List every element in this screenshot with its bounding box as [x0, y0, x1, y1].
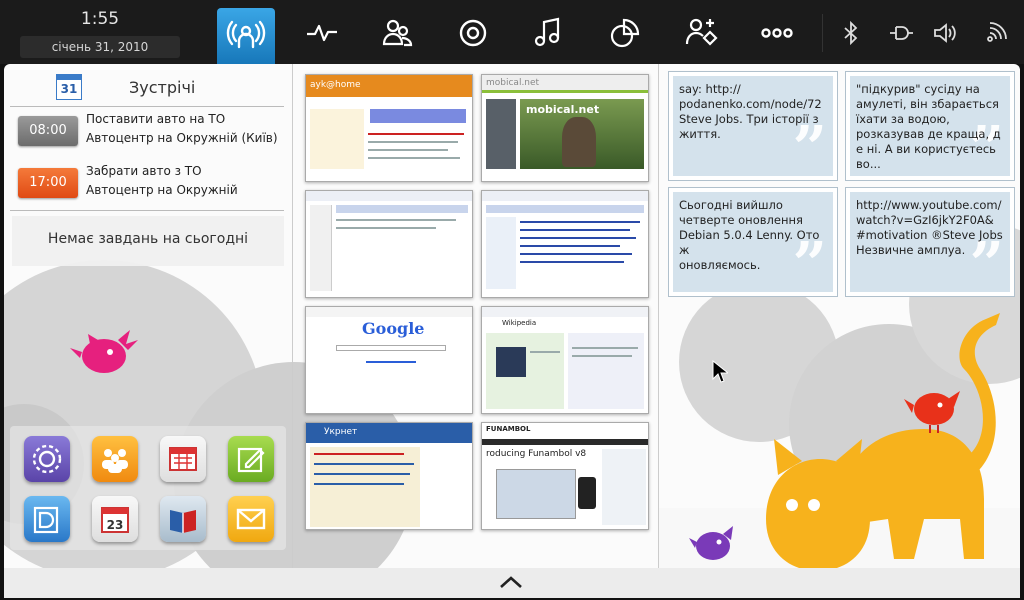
- web-thumbnail[interactable]: Google: [305, 306, 473, 414]
- web-thumbnail[interactable]: mobical.net mobical.net: [481, 74, 649, 182]
- no-tasks-message: Немає завдань на сьогодні: [12, 216, 284, 266]
- thumbnail-title: ayk@home: [310, 80, 361, 90]
- wifi-icon[interactable]: [972, 10, 1018, 56]
- appointment-item[interactable]: 17:00 Забрати авто з ТО Автоцентр на Окр…: [18, 162, 288, 206]
- web-thumbnail[interactable]: Wikipedia: [481, 306, 649, 414]
- volume-icon[interactable]: [922, 10, 968, 56]
- activity-icon[interactable]: [299, 10, 345, 56]
- myzone-icon[interactable]: [217, 8, 275, 66]
- documents-app-icon[interactable]: [24, 496, 70, 542]
- appointment-time: 17:00: [18, 168, 78, 198]
- web-thumbnail[interactable]: ayk@home: [305, 74, 473, 182]
- power-icon[interactable]: [878, 10, 924, 56]
- notes-app-icon[interactable]: [228, 436, 274, 482]
- top-bar: 1:55 січень 31, 2010: [0, 0, 1024, 66]
- email-app-icon[interactable]: [228, 496, 274, 542]
- date-app-icon[interactable]: 23: [92, 496, 138, 542]
- appointment-text: Поставити авто на ТО Автоцентр на Окружн…: [86, 110, 286, 148]
- settings-app-icon[interactable]: [24, 436, 70, 482]
- bluetooth-icon[interactable]: [828, 10, 874, 56]
- status-text: Сьогодні вийшло четверте оновлення Debia…: [679, 198, 820, 272]
- social-column: say: http:// podanenko.com/node/72 Steve…: [659, 64, 1020, 568]
- mouse-cursor-icon: [712, 360, 728, 383]
- appointment-location: Автоцентр на Окружній: [86, 183, 238, 197]
- web-thumbnail[interactable]: [481, 190, 649, 298]
- web-thumbnail[interactable]: FUNAMBOL roducing Funambol v8: [481, 422, 649, 530]
- book-app-icon[interactable]: [160, 496, 206, 542]
- status-card[interactable]: "підкурив" сусіду на амулеті, він збарає…: [846, 72, 1014, 180]
- add-contact-icon[interactable]: [678, 10, 724, 56]
- music-icon[interactable]: [526, 10, 572, 56]
- purple-bird-illustration: [689, 526, 733, 560]
- chevron-up-icon[interactable]: [496, 572, 526, 592]
- topbar-divider: [822, 14, 823, 52]
- divider: [10, 106, 284, 107]
- status-card[interactable]: http://www.youtube.com/ watch?v=GzI6jkY2…: [846, 188, 1014, 296]
- appointment-time: 08:00: [18, 116, 78, 146]
- calendar-icon: 31: [56, 74, 82, 100]
- svg-text:23: 23: [107, 518, 124, 532]
- myzone-panel: 31 Зустрічі 08:00 Поставити авто на ТО А…: [4, 64, 1020, 568]
- apps-icon[interactable]: [602, 10, 648, 56]
- thumbnail-title: mobical.net: [486, 78, 540, 88]
- thumbnail-title: FUNAMBOL: [486, 425, 531, 433]
- status-card[interactable]: say: http:// podanenko.com/node/72 Steve…: [669, 72, 837, 180]
- calendar-title: Зустрічі: [129, 78, 196, 97]
- thumbnail-title: Укрнет: [324, 427, 358, 437]
- app-launcher: 23: [10, 426, 286, 550]
- thumbnail-title: Google: [362, 319, 425, 338]
- appointment-text: Забрати авто з ТО Автоцентр на Окружній: [86, 162, 286, 200]
- appointment-item[interactable]: 08:00 Поставити авто на ТО Автоцентр на …: [18, 110, 288, 154]
- clock-date: січень 31, 2010: [20, 36, 180, 58]
- web-thumbnail[interactable]: Укрнет: [305, 422, 473, 530]
- bottom-bar: [4, 568, 1020, 598]
- status-text: say: http:// podanenko.com/node/72 Steve…: [679, 82, 822, 141]
- people-app-icon[interactable]: [92, 436, 138, 482]
- cat-illustration: [766, 313, 1000, 568]
- divider: [10, 210, 284, 211]
- web-history-column: ayk@home mobical.net mobical.net Google …: [292, 64, 659, 568]
- status-text: http://www.youtube.com/ watch?v=GzI6jkY2…: [856, 198, 1003, 257]
- clock-time: 1:55: [80, 9, 120, 29]
- people-icon[interactable]: [374, 10, 420, 56]
- calendar-column: 31 Зустрічі 08:00 Поставити авто на ТО А…: [4, 64, 414, 568]
- calendar-header: 31 Зустрічі: [4, 64, 292, 108]
- media-icon[interactable]: [450, 10, 496, 56]
- appointment-location: Автоцентр на Окружній (Київ): [86, 131, 278, 145]
- clock: 1:55 січень 31, 2010: [0, 0, 200, 64]
- web-thumbnail[interactable]: [305, 190, 473, 298]
- calendar-app-icon[interactable]: [160, 436, 206, 482]
- status-text: "підкурив" сусіду на амулеті, він збарає…: [856, 82, 1001, 171]
- zones-icon[interactable]: [754, 10, 800, 56]
- thumbnail-title: Wikipedia: [502, 319, 537, 327]
- appointment-title: Забрати авто з ТО: [86, 164, 202, 178]
- status-card[interactable]: Сьогодні вийшло четверте оновлення Debia…: [669, 188, 837, 296]
- bird-illustration: [70, 330, 138, 373]
- appointment-title: Поставити авто на ТО: [86, 112, 226, 126]
